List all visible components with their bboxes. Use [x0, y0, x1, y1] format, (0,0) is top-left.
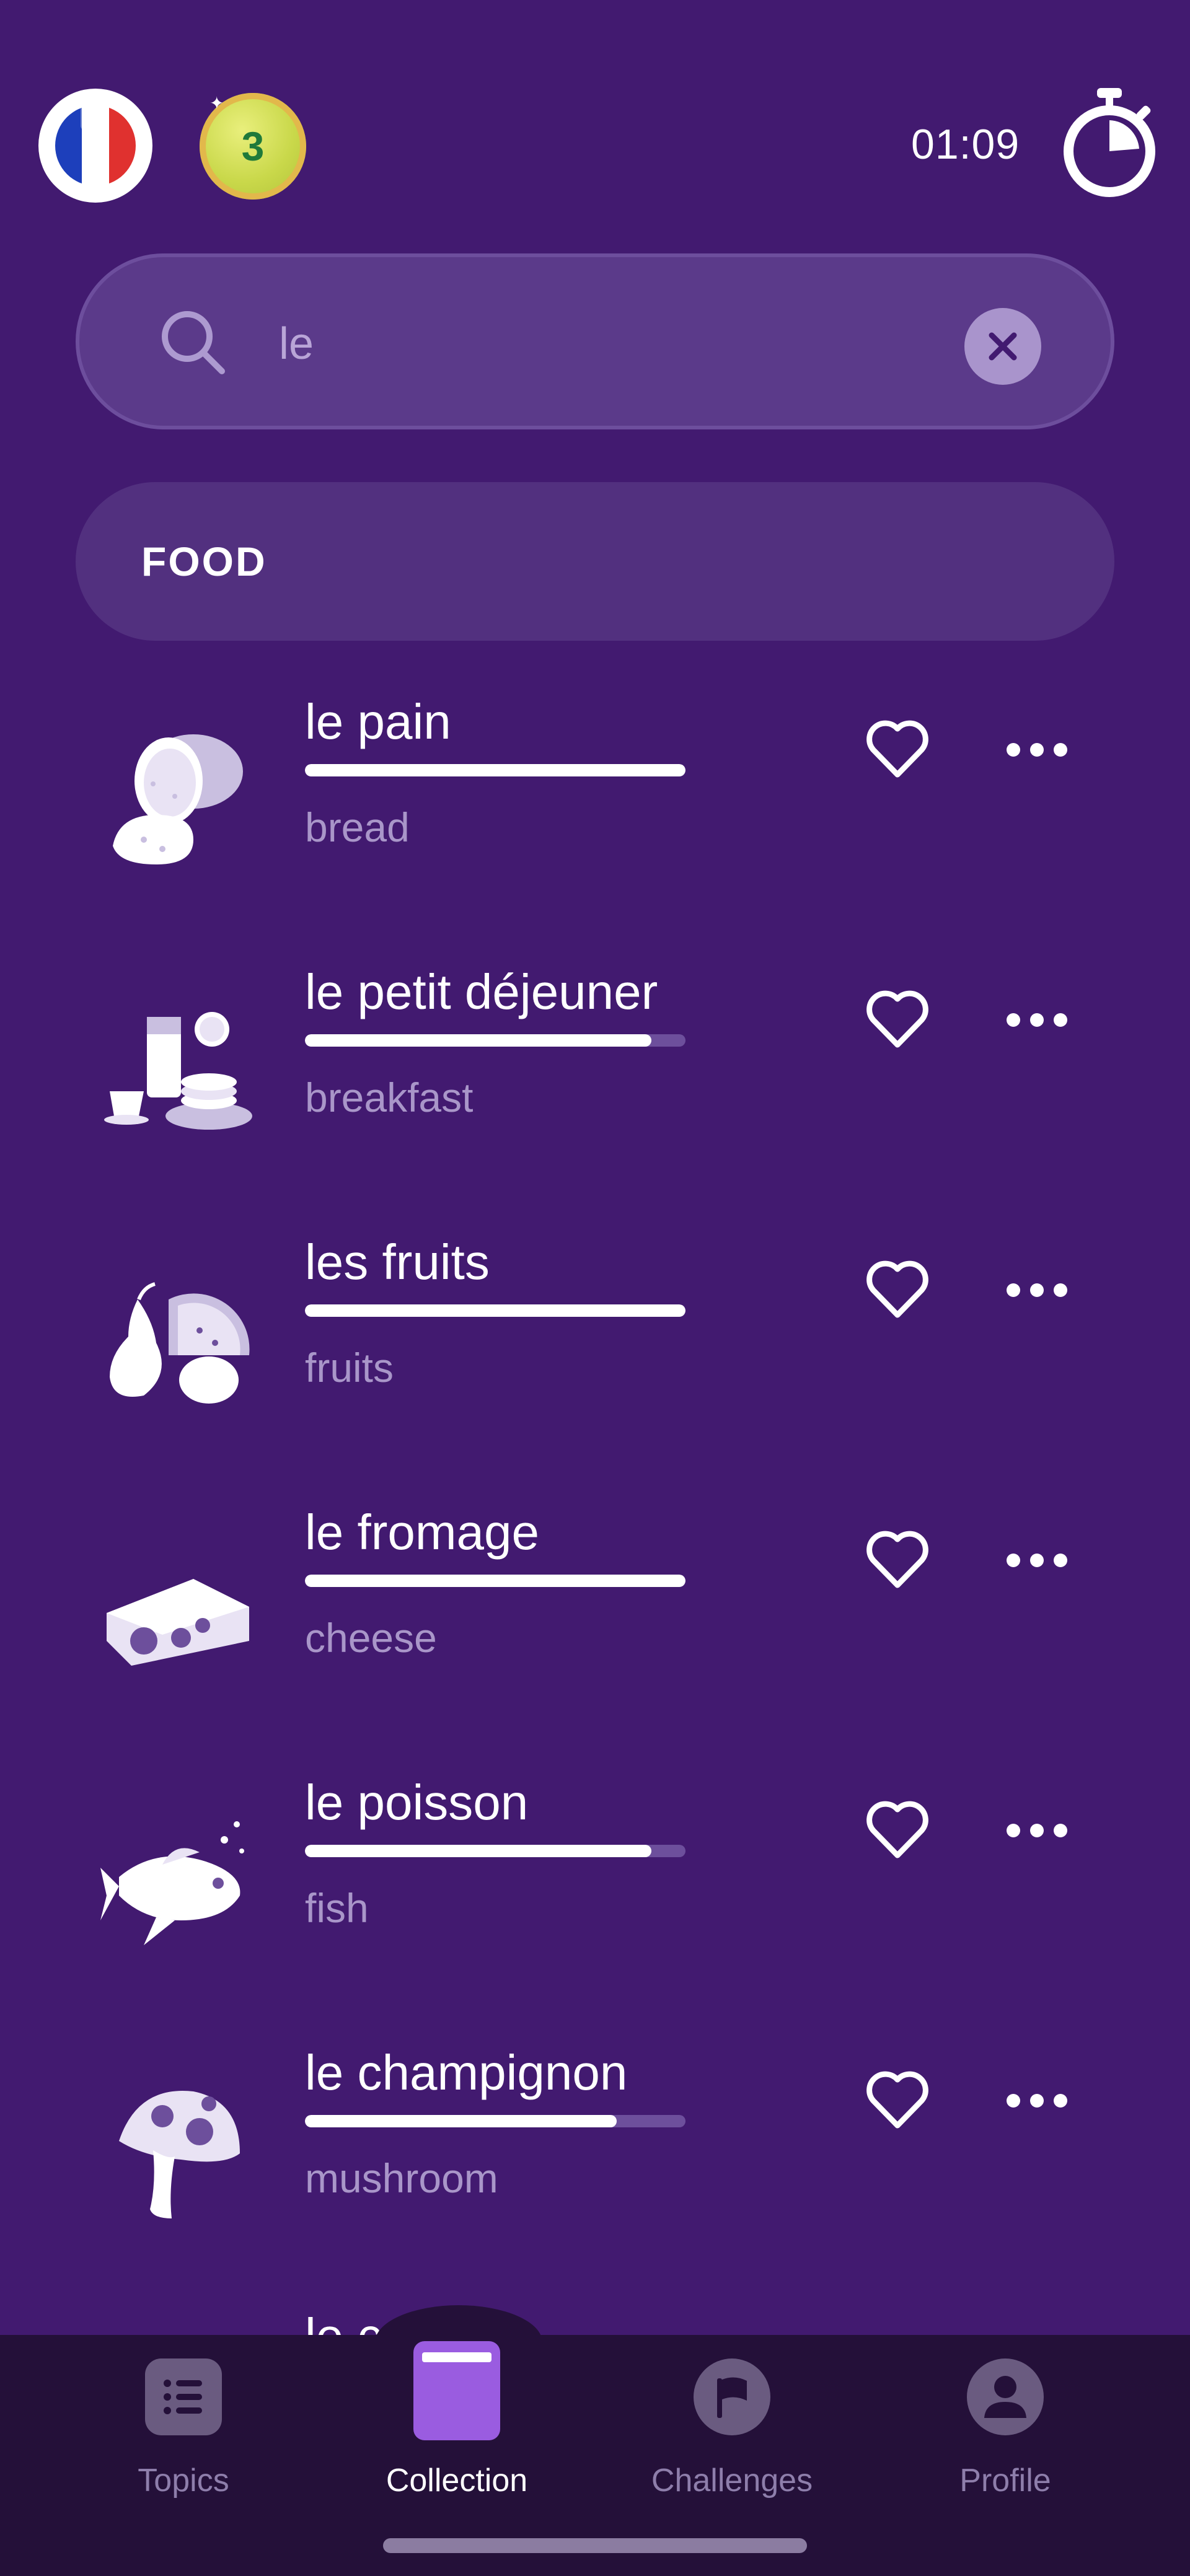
cheese-icon	[107, 1579, 249, 1666]
fish-icon	[100, 1821, 244, 1945]
more-options-icon[interactable]	[1004, 1000, 1070, 1040]
translation-label: cheese	[305, 1615, 437, 1661]
list-item[interactable]: le pain bread	[0, 688, 1190, 958]
book-icon	[413, 2341, 500, 2440]
progress-bar	[305, 1575, 685, 1587]
section-title: FOOD	[141, 538, 267, 584]
search-icon	[162, 311, 225, 374]
level-number: 3	[241, 123, 265, 169]
progress-bar	[305, 1304, 685, 1317]
progress-fill	[305, 1034, 651, 1047]
heart-icon[interactable]	[865, 2070, 930, 2132]
progress-bar	[305, 2115, 685, 2127]
breakfast-icon	[104, 1012, 252, 1130]
list-item[interactable]: le petit déjeuner breakfast	[0, 958, 1190, 1228]
heart-icon[interactable]	[865, 1800, 930, 1862]
word-label: le champignon	[305, 2045, 628, 2100]
nav-item-collection[interactable]: Collection	[339, 2335, 575, 2521]
heart-icon[interactable]	[865, 1259, 930, 1321]
search-bar[interactable]: le	[76, 253, 1114, 429]
fruits-icon	[110, 1282, 250, 1404]
translation-label: fish	[305, 1885, 369, 1931]
list-item[interactable]: le poisson fish	[0, 1769, 1190, 2039]
list-icon	[145, 2358, 222, 2435]
list-item[interactable]: le fromage cheese	[0, 1498, 1190, 1769]
mushroom-icon	[119, 2091, 240, 2218]
timer-text: 01:09	[911, 121, 1020, 168]
translation-label: fruits	[305, 1345, 394, 1391]
translation-label: mushroom	[305, 2155, 498, 2201]
word-label: le pain	[305, 694, 451, 749]
translation-label: bread	[305, 804, 410, 850]
nav-label-topics: Topics	[138, 2463, 229, 2499]
bread-icon	[113, 734, 243, 864]
progress-fill	[305, 1845, 651, 1857]
search-input[interactable]: le	[279, 319, 314, 369]
language-flag-button[interactable]	[38, 89, 152, 203]
word-label: les fruits	[305, 1234, 490, 1290]
nav-label-profile: Profile	[959, 2463, 1051, 2499]
close-icon	[989, 332, 1017, 361]
progress-bar	[305, 1845, 685, 1857]
flag-sheen	[81, 105, 89, 130]
progress-fill	[305, 2115, 617, 2127]
word-label: le fromage	[305, 1505, 539, 1560]
flag-france-icon	[55, 105, 136, 186]
heart-icon[interactable]	[865, 719, 930, 781]
progress-fill	[305, 764, 685, 776]
heart-icon[interactable]	[865, 1529, 930, 1591]
heart-icon[interactable]	[865, 989, 930, 1051]
more-options-icon[interactable]	[1004, 2081, 1070, 2121]
more-options-icon[interactable]	[1004, 730, 1070, 770]
flag-icon	[694, 2358, 770, 2435]
nav-label-challenges: Challenges	[651, 2463, 813, 2499]
more-options-icon[interactable]	[1004, 1541, 1070, 1580]
word-label: le poisson	[305, 1775, 529, 1830]
nav-item-challenges[interactable]: Challenges	[614, 2335, 850, 2521]
more-options-icon[interactable]	[1004, 1270, 1070, 1310]
progress-bar	[305, 764, 685, 776]
list-item[interactable]: le champignon mushroom	[0, 2039, 1190, 2309]
nav-item-topics[interactable]: Topics	[66, 2335, 301, 2521]
home-indicator	[383, 2538, 807, 2553]
stopwatch-icon[interactable]	[1060, 86, 1159, 197]
nav-label-collection: Collection	[386, 2463, 528, 2499]
progress-fill	[305, 1575, 685, 1587]
nav-item-profile[interactable]: Profile	[888, 2335, 1123, 2521]
word-label: le petit déjeuner	[305, 964, 658, 1019]
progress-fill	[305, 1304, 685, 1317]
more-options-icon[interactable]	[1004, 1811, 1070, 1850]
list-item[interactable]: les fruits fruits	[0, 1228, 1190, 1498]
translation-label: breakfast	[305, 1075, 474, 1120]
progress-bar	[305, 1034, 685, 1047]
section-header[interactable]: FOOD	[76, 482, 1114, 641]
person-icon	[967, 2358, 1044, 2435]
sparkle-icon: ✦	[209, 94, 224, 113]
clear-search-button[interactable]	[964, 308, 1041, 385]
